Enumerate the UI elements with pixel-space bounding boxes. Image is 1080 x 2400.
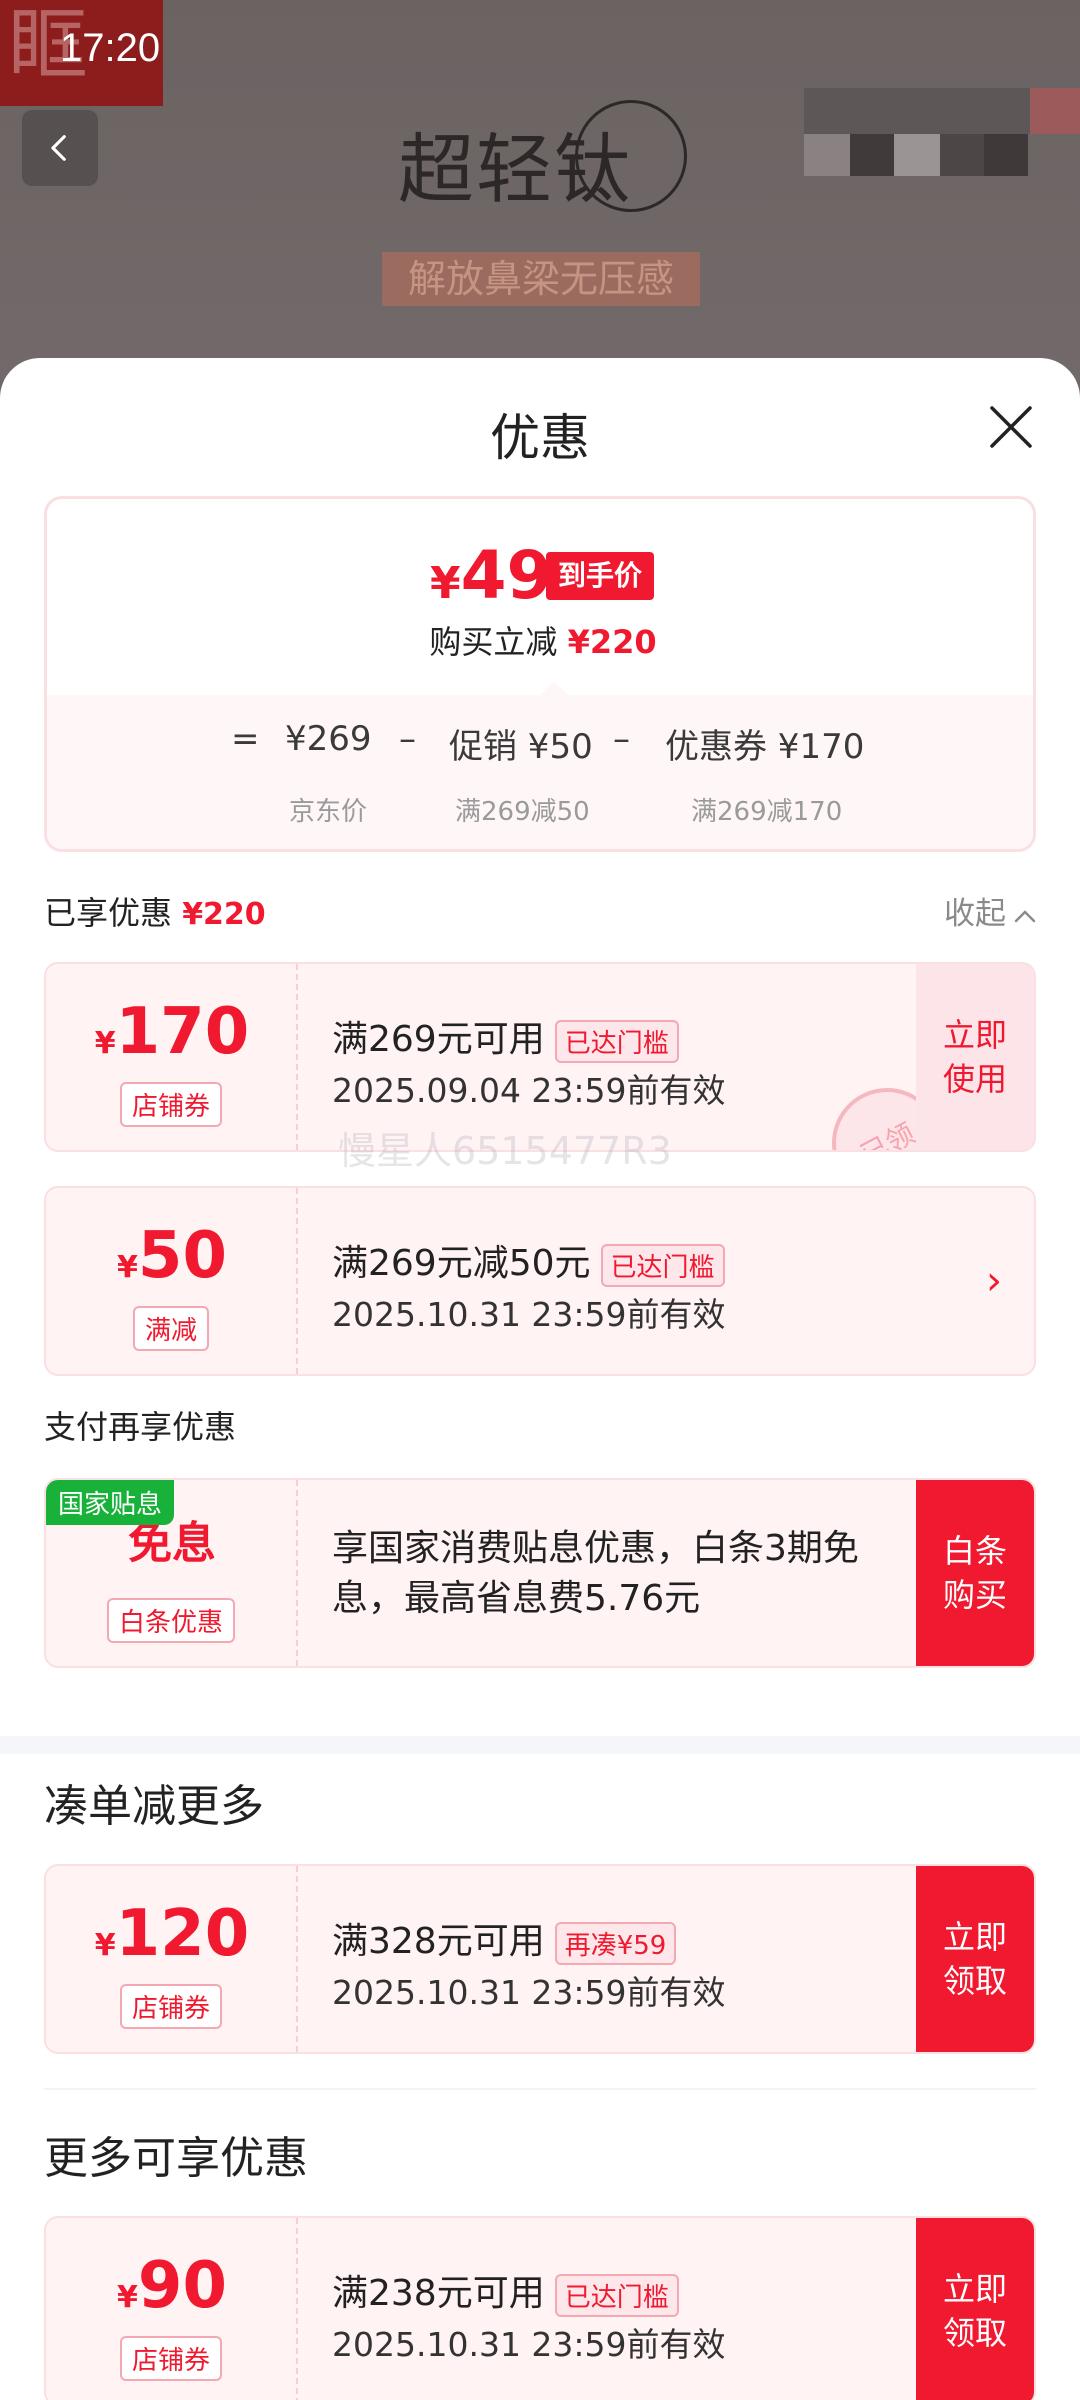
pay-section-label: 支付再享优惠	[44, 1408, 237, 1446]
credit-buy-button[interactable]: 白条购买	[916, 1480, 1034, 1666]
product-header-background: 眶 17:20 超轻钛 解放鼻梁无压感	[0, 0, 1080, 380]
interest-free-label: 免息	[128, 1518, 216, 1569]
base-price-label: 京东价	[289, 797, 368, 827]
coupon-amount: ¥120	[94, 1897, 250, 1971]
final-price: ¥49	[430, 537, 553, 614]
promo-condition: 满269减50	[455, 797, 590, 827]
close-icon	[990, 406, 1032, 448]
final-price-tag: 到手价	[546, 552, 655, 600]
bundle-section-title: 凑单减更多	[44, 1781, 264, 1832]
use-now-button[interactable]: 立即使用	[916, 964, 1034, 1150]
claim-now-button[interactable]: 立即领取	[916, 2218, 1034, 2400]
minus-sign: –	[613, 719, 630, 759]
coupon-type-tag: 店铺券	[119, 1984, 223, 2029]
chevron-left-icon	[51, 135, 66, 161]
equals-sign: =	[231, 719, 260, 759]
blurred-region	[804, 88, 1034, 134]
instant-discount-row: 购买立减 ¥220	[47, 617, 1033, 663]
enjoyed-discount-amount: ¥220	[182, 897, 266, 932]
coupon-type-tag: 店铺券	[119, 2336, 223, 2381]
threshold-badge: 已达门槛	[554, 2273, 679, 2317]
hero-subtitle: 解放鼻梁无压感	[382, 252, 700, 306]
coupon-expiry: 2025.10.31 23:59前有效	[332, 2325, 726, 2364]
coupon-card: ¥120 店铺券 满328元可用 再凑¥59 2025.10.31 23:59前有…	[44, 1864, 1036, 2054]
coupon-amount: 优惠券 ¥170	[665, 727, 865, 767]
blurred-region	[984, 134, 1028, 176]
coupon-type-tag: 店铺券	[119, 1082, 223, 1127]
coupon-value-section: ¥170 店铺券	[46, 964, 298, 1150]
chevron-up-icon	[1014, 909, 1036, 922]
blurred-region	[1030, 88, 1080, 134]
coupon-condition: 满269减170	[691, 797, 843, 827]
base-price: ¥269	[285, 719, 372, 759]
back-button[interactable]	[22, 110, 98, 186]
more-section-title: 更多可享优惠	[44, 2133, 308, 2184]
coupon-type-tag: 满减	[132, 1306, 210, 1351]
coupon-expiry: 2025.10.31 23:59前有效	[332, 1973, 726, 2012]
blurred-region	[804, 134, 850, 176]
chevron-right-icon[interactable]: ›	[954, 1188, 1034, 1374]
national-subsidy-tag: 国家贴息	[46, 1480, 175, 1525]
coupon-expiry: 2025.10.31 23:59前有效	[332, 1295, 726, 1334]
instant-discount-amount: ¥220	[567, 623, 657, 661]
coupon-condition: 满238元可用 已达门槛	[332, 2264, 679, 2317]
coupon-condition: 满269元可用 已达门槛	[332, 1010, 679, 1063]
coupon-card[interactable]: ¥50 满减 满269元减50元 已达门槛 2025.10.31 23:59前有效…	[44, 1186, 1036, 1376]
coupon-amount: ¥170	[94, 995, 250, 1069]
status-time: 17:20	[60, 26, 161, 70]
hero-title: 超轻钛	[398, 125, 632, 214]
credit-offer-description: 享国家消费贴息优惠，白条3期免息，最高省息费5.76元	[332, 1528, 859, 1619]
coupon-amount: ¥90	[117, 2249, 227, 2323]
blurred-region	[940, 134, 984, 176]
minus-sign: –	[399, 719, 416, 759]
coupon-condition: 满328元可用 再凑¥59	[332, 1912, 677, 1965]
coupon-value-section: ¥50 满减	[46, 1188, 298, 1374]
coupon-value-section: ¥120 店铺券	[46, 1866, 298, 2052]
watermark-text: 慢星人6515477R3	[338, 1129, 672, 1173]
notch-pointer	[540, 681, 568, 695]
remaining-amount-badge: 再凑¥59	[554, 1921, 677, 1965]
credit-type-tag: 白条优惠	[106, 1598, 236, 1643]
instant-discount-label: 购买立减	[429, 623, 558, 661]
coupon-expiry: 2025.09.04 23:59前有效	[332, 1071, 726, 1110]
enjoyed-discount-label: 已享优惠 ¥220	[44, 894, 266, 932]
threshold-badge: 已达门槛	[554, 1019, 679, 1063]
discount-sheet: 优惠 ¥49 到手价 购买立减 ¥220 = ¥269 – 促销 ¥50 – 优…	[0, 358, 1080, 2400]
collapse-toggle[interactable]: 收起	[944, 888, 1036, 933]
blurred-region	[850, 134, 894, 176]
claim-now-button[interactable]: 立即领取	[916, 1866, 1034, 2052]
close-button[interactable]	[986, 402, 1036, 452]
price-summary-card: ¥49 到手价 购买立减 ¥220 = ¥269 – 促销 ¥50 – 优惠券 …	[44, 496, 1036, 852]
threshold-badge: 已达门槛	[600, 1243, 725, 1287]
promo-amount: 促销 ¥50	[449, 727, 593, 767]
sheet-title: 优惠	[490, 409, 590, 467]
credit-offer-card: 免息 白条优惠 国家贴息 享国家消费贴息优惠，白条3期免息，最高省息费5.76元…	[44, 1478, 1036, 1668]
blurred-region	[894, 134, 940, 176]
coupon-card: ¥90 店铺券 满238元可用 已达门槛 2025.10.31 23:59前有效 …	[44, 2216, 1036, 2400]
coupon-condition: 满269元减50元 已达门槛	[332, 1234, 725, 1287]
coupon-value-section: ¥90 店铺券	[46, 2218, 298, 2400]
price-formula: = ¥269 – 促销 ¥50 – 优惠券 ¥170 京东价 满269减50 满…	[47, 681, 1033, 849]
coupon-amount: ¥50	[117, 1219, 227, 1293]
section-divider	[0, 1736, 1080, 1754]
section-divider	[44, 2088, 1036, 2090]
